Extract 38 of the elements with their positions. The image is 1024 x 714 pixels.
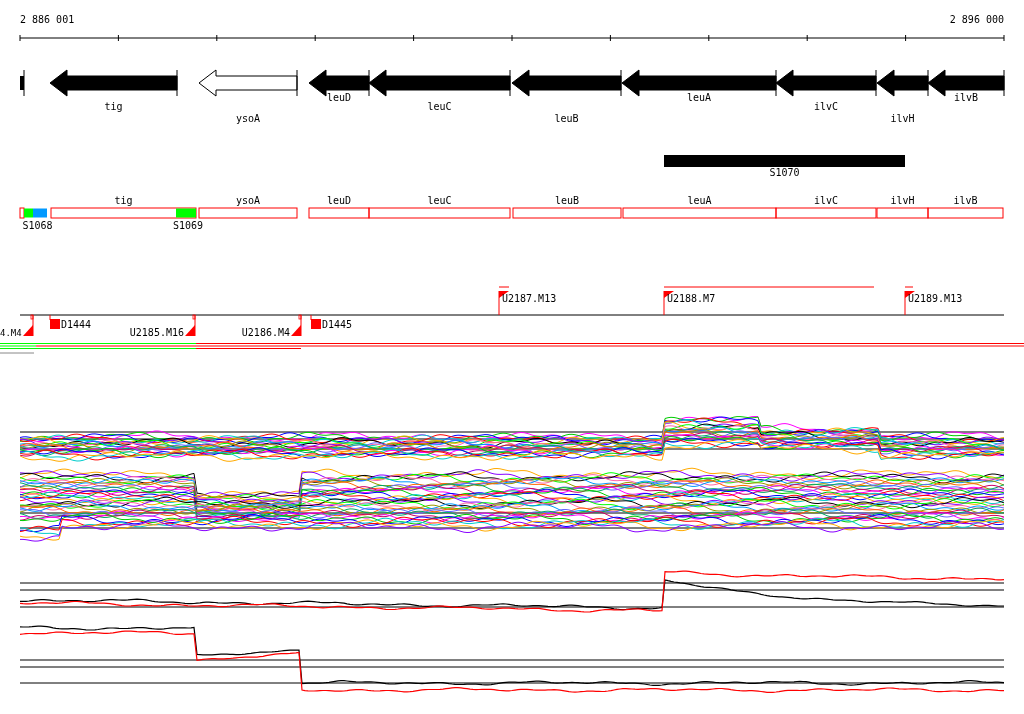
segment-label: ilvH <box>890 195 915 206</box>
probe-label: D1445 <box>322 319 353 330</box>
probe-label: U2189.M13 <box>908 293 963 304</box>
scale-end-label: 2 896 000 <box>949 14 1004 25</box>
region-label: S1070 <box>769 167 800 178</box>
probe-flag <box>23 314 34 337</box>
gene-label: tig <box>104 101 123 112</box>
probe-block <box>49 314 60 329</box>
gene-arrow <box>20 69 25 97</box>
segment-label: leuB <box>554 195 580 206</box>
gene-label: ysoA <box>235 113 261 124</box>
scale-start-label: 2 886 001 <box>20 14 75 25</box>
gene-segment <box>19 207 25 219</box>
probe-label: D1444 <box>61 319 92 330</box>
marker-label: S1069 <box>172 220 204 231</box>
probe-label: U2186.M4 <box>241 327 290 338</box>
segment-label: leuC <box>427 195 452 206</box>
segment-label: ilvC <box>813 195 839 206</box>
gene-label: leuD <box>326 92 352 103</box>
probe-flag <box>185 314 196 337</box>
segment-label: leuA <box>687 195 712 206</box>
probe-flag <box>291 314 302 337</box>
segment-label: tig <box>114 195 133 206</box>
segment-label: leuD <box>326 195 352 206</box>
segment-label: ysoA <box>235 195 261 206</box>
segment-label: ilvB <box>953 195 978 206</box>
gene-label: ilvB <box>953 92 979 103</box>
probe-label: U2185.M16 <box>129 327 184 338</box>
gene-label: ilvH <box>890 113 915 124</box>
probe-label: U2188.M7 <box>667 293 716 304</box>
probe-block <box>310 314 321 329</box>
gene-label: leuC <box>427 101 452 112</box>
probe-label: 4.M4 <box>0 328 22 338</box>
marker-label: S1068 <box>22 220 53 231</box>
gene-label: leuB <box>554 113 579 124</box>
gene-label: leuA <box>686 92 712 103</box>
gene-label: ilvC <box>813 101 839 112</box>
probe-label: U2187.M13 <box>502 293 557 304</box>
